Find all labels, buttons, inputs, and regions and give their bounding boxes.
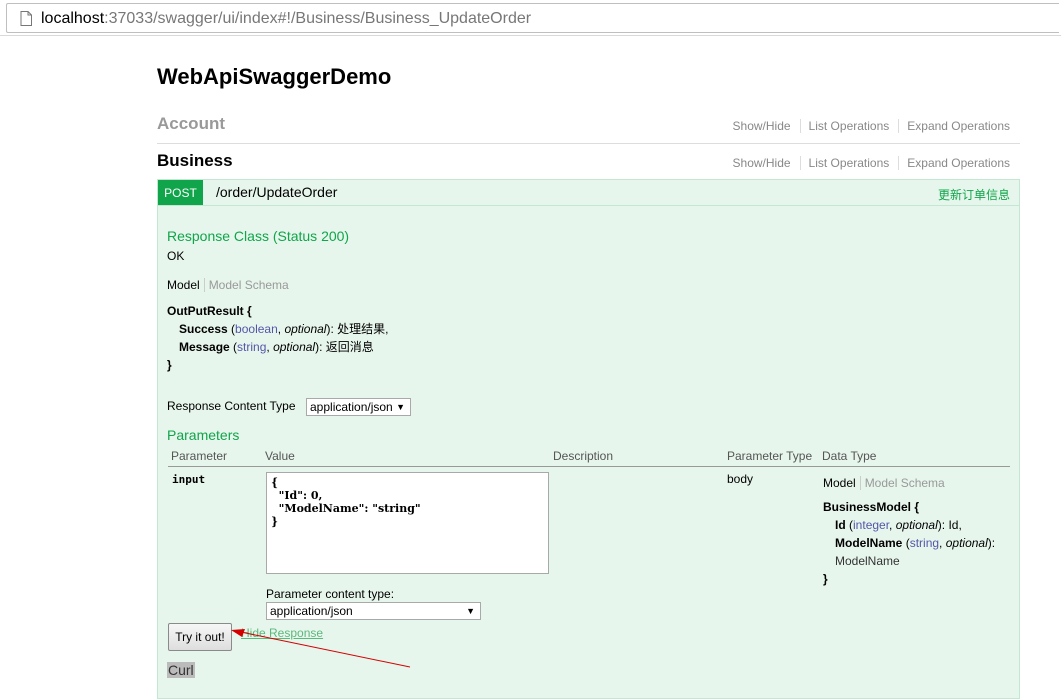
annotation-arrow <box>231 629 411 668</box>
